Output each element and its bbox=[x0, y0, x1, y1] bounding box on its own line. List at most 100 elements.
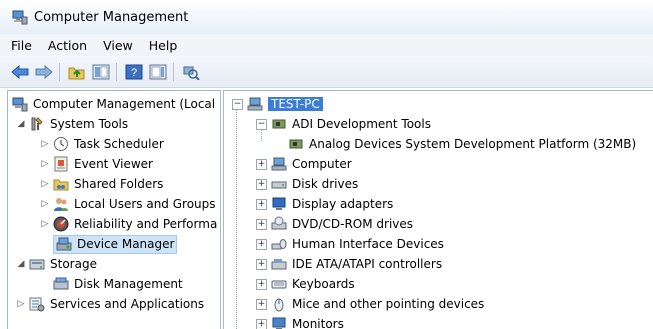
console-tree-pane[interactable]: Computer Management (Local ◢ System Tool… bbox=[7, 90, 221, 329]
expand-box-icon[interactable]: + bbox=[256, 199, 267, 210]
device-category-adi-development-tools[interactable]: − ADI Development Tools bbox=[256, 114, 431, 134]
scan-hardware-button[interactable] bbox=[180, 62, 202, 82]
expand-arrow-icon[interactable]: ▷ bbox=[40, 219, 50, 229]
up-folder-button[interactable] bbox=[66, 62, 88, 82]
development-board-icon bbox=[288, 136, 304, 152]
toolbar-separator bbox=[59, 63, 60, 81]
menu-bar: File Action View Help bbox=[0, 34, 653, 56]
tree-item-task-scheduler[interactable]: ▷ Task Scheduler bbox=[40, 134, 164, 154]
development-board-icon bbox=[271, 116, 287, 132]
tree-item-shared-folders[interactable]: ▷ Shared Folders bbox=[40, 174, 163, 194]
expand-arrow-icon[interactable]: ▷ bbox=[40, 179, 50, 189]
show-hide-action-pane-button[interactable] bbox=[147, 62, 169, 82]
computer-management-icon bbox=[12, 9, 28, 25]
tree-item-device-manager[interactable]: Device Manager bbox=[53, 234, 177, 254]
tree-label: Computer Management (Local bbox=[33, 97, 215, 111]
dvd-drive-icon bbox=[271, 216, 287, 232]
expand-box-icon[interactable]: + bbox=[256, 159, 267, 170]
device-category-keyboards[interactable]: + Keyboards bbox=[256, 274, 355, 294]
device-category-dvd-cd-rom-drives[interactable]: + DVD/CD-ROM drives bbox=[256, 214, 413, 234]
computer-icon bbox=[271, 156, 287, 172]
collapse-box-icon[interactable]: − bbox=[256, 119, 267, 130]
root-label: TEST-PC bbox=[268, 97, 323, 111]
device-analog-devices-platform[interactable]: Analog Devices System Development Platfo… bbox=[288, 134, 636, 154]
device-tree-pane[interactable]: − TEST-PC − ADI Development Tools Analog… bbox=[223, 90, 653, 329]
menu-view[interactable]: View bbox=[95, 38, 141, 53]
device-category-ide-ata-atapi-controllers[interactable]: + IDE ATA/ATAPI controllers bbox=[256, 254, 442, 274]
tree-guide-line bbox=[236, 107, 237, 329]
tree-item-storage[interactable]: ◢ Storage bbox=[16, 254, 97, 274]
tree-item-system-tools[interactable]: ◢ System Tools bbox=[16, 114, 128, 134]
tree-item-computer-management[interactable]: Computer Management (Local bbox=[12, 94, 215, 114]
tree-label: Display adapters bbox=[292, 197, 393, 211]
tree-label: Monitors bbox=[292, 317, 344, 329]
tree-label: Task Scheduler bbox=[74, 137, 164, 151]
computer-management-icon bbox=[12, 96, 28, 112]
display-adapter-icon bbox=[271, 196, 287, 212]
tree-item-local-users-and-groups[interactable]: ▷ Local Users and Groups bbox=[40, 194, 216, 214]
back-button[interactable] bbox=[9, 62, 31, 82]
disk-management-icon bbox=[53, 276, 69, 292]
menu-file[interactable]: File bbox=[0, 38, 40, 53]
device-category-display-adapters[interactable]: + Display adapters bbox=[256, 194, 393, 214]
expand-arrow-icon[interactable]: ▷ bbox=[40, 139, 50, 149]
toolbar: ? bbox=[0, 56, 653, 88]
device-category-computer[interactable]: + Computer bbox=[256, 154, 352, 174]
performance-gauge-icon bbox=[53, 216, 69, 232]
tree-item-event-viewer[interactable]: ▷ Event Viewer bbox=[40, 154, 153, 174]
computer-management-window: Computer Management File Action View Hel… bbox=[0, 0, 653, 328]
menu-action[interactable]: Action bbox=[40, 38, 95, 53]
system-tools-icon bbox=[29, 116, 45, 132]
tree-label: Computer bbox=[292, 157, 352, 171]
tree-label: Reliability and Performa bbox=[74, 217, 217, 231]
expand-box-icon[interactable]: + bbox=[256, 179, 267, 190]
collapse-arrow-icon[interactable]: ◢ bbox=[16, 259, 26, 269]
device-manager-icon bbox=[56, 236, 72, 252]
title-bar[interactable]: Computer Management bbox=[0, 0, 653, 34]
forward-button[interactable] bbox=[33, 62, 55, 82]
device-category-mice[interactable]: + Mice and other pointing devices bbox=[256, 294, 484, 314]
back-arrow-icon bbox=[11, 65, 29, 79]
collapse-arrow-icon[interactable]: ◢ bbox=[16, 119, 26, 129]
event-viewer-icon bbox=[53, 156, 69, 172]
tree-item-services-and-applications[interactable]: ▷ Services and Applications bbox=[16, 294, 204, 314]
tree-item-disk-management[interactable]: Disk Management bbox=[53, 274, 183, 294]
ide-controller-icon bbox=[271, 256, 287, 272]
expand-box-icon[interactable]: + bbox=[256, 219, 267, 230]
up-folder-icon bbox=[68, 64, 86, 80]
show-hide-tree-button[interactable] bbox=[90, 62, 112, 82]
expand-arrow-icon[interactable]: ▷ bbox=[40, 199, 50, 209]
monitor-icon bbox=[271, 316, 287, 329]
tree-label: Storage bbox=[50, 257, 97, 271]
expand-arrow-icon[interactable]: ▷ bbox=[16, 299, 26, 309]
window-title: Computer Management bbox=[34, 10, 188, 25]
device-tree-root[interactable]: − TEST-PC bbox=[232, 94, 323, 114]
expand-box-icon[interactable]: + bbox=[256, 259, 267, 270]
menu-help[interactable]: Help bbox=[141, 38, 186, 53]
tree-label: Human Interface Devices bbox=[292, 237, 444, 251]
selection-highlight: Device Manager bbox=[53, 235, 177, 254]
tree-label: Event Viewer bbox=[74, 157, 153, 171]
tree-label: Disk Management bbox=[74, 277, 183, 291]
tree-item-reliability-and-performance[interactable]: ▷ Reliability and Performa bbox=[40, 214, 217, 234]
expand-arrow-icon[interactable]: ▷ bbox=[40, 159, 50, 169]
disk-drive-icon bbox=[271, 176, 287, 192]
tree-label: Local Users and Groups bbox=[74, 197, 216, 211]
collapse-box-icon[interactable]: − bbox=[232, 99, 243, 110]
tree-label: Shared Folders bbox=[74, 177, 163, 191]
device-category-human-interface-devices[interactable]: + Human Interface Devices bbox=[256, 234, 444, 254]
expand-box-icon[interactable]: + bbox=[256, 299, 267, 310]
device-category-monitors[interactable]: + Monitors bbox=[256, 314, 344, 329]
help-button[interactable]: ? bbox=[123, 62, 145, 82]
device-category-disk-drives[interactable]: + Disk drives bbox=[256, 174, 358, 194]
services-icon bbox=[29, 296, 45, 312]
expand-box-icon[interactable]: + bbox=[256, 319, 267, 329]
console-tree-icon bbox=[92, 64, 110, 80]
scan-hardware-icon bbox=[182, 64, 200, 80]
expand-box-icon[interactable]: + bbox=[256, 279, 267, 290]
keyboard-icon bbox=[271, 276, 287, 292]
tree-label: Disk drives bbox=[292, 177, 358, 191]
help-icon: ? bbox=[125, 64, 143, 80]
expand-box-icon[interactable]: + bbox=[256, 239, 267, 250]
tree-label: ADI Development Tools bbox=[292, 117, 431, 131]
